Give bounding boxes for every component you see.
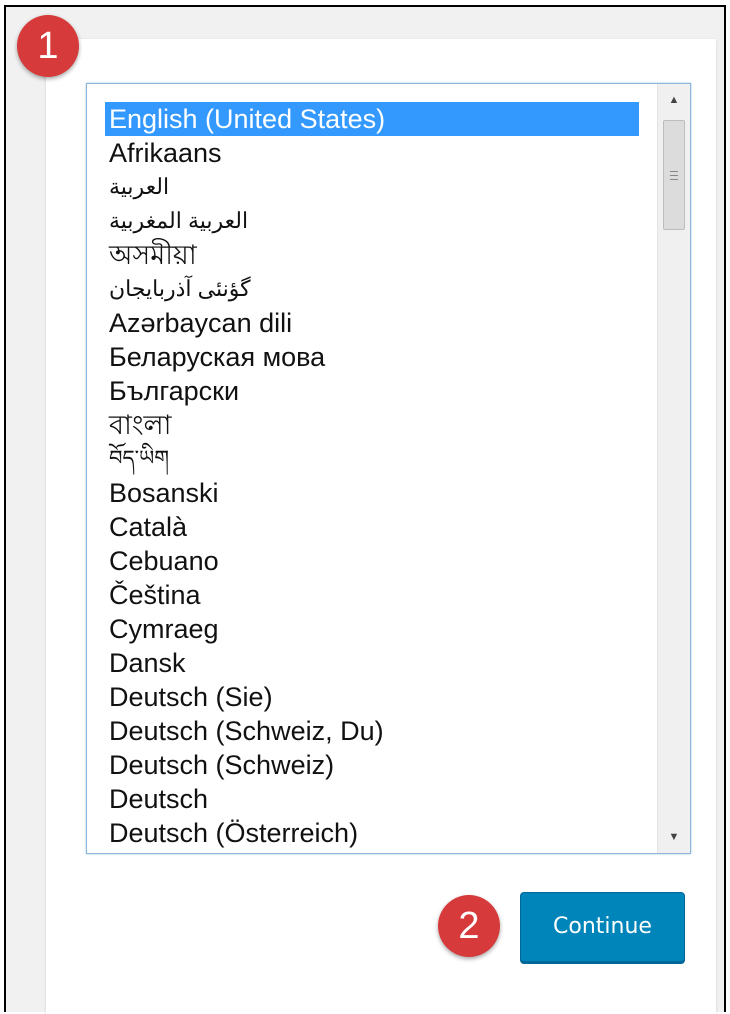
language-option[interactable]: Azərbaycan dili	[105, 306, 639, 340]
language-option[interactable]: Deutsch	[105, 782, 639, 816]
language-option[interactable]: বাংলা	[105, 408, 639, 442]
language-option[interactable]: Afrikaans	[105, 136, 639, 170]
language-option[interactable]: Cymraeg	[105, 612, 639, 646]
language-option[interactable]: অসমীয়া	[105, 238, 639, 272]
language-option-selected[interactable]: English (United States)	[105, 102, 639, 136]
scroll-down-arrow-icon[interactable]: ▼	[658, 825, 690, 849]
language-option[interactable]: Deutsch (Schweiz, Du)	[105, 714, 639, 748]
language-option[interactable]: བོད་ཡིག	[105, 442, 639, 476]
scrollbar-thumb[interactable]	[663, 120, 685, 230]
language-option[interactable]: Dansk	[105, 646, 639, 680]
language-option[interactable]: العربية المغربية	[105, 204, 639, 238]
continue-button[interactable]: Continue	[520, 892, 685, 962]
language-option[interactable]: Deutsch (Österreich)	[105, 816, 639, 850]
grip-icon	[670, 171, 678, 180]
language-option[interactable]: Беларуская мова	[105, 340, 639, 374]
language-options: English (United States) Afrikaans العربي…	[105, 102, 639, 850]
language-option[interactable]: Български	[105, 374, 639, 408]
scroll-up-arrow-icon[interactable]: ▲	[658, 88, 690, 112]
language-option[interactable]: Bosanski	[105, 476, 639, 510]
scrollbar[interactable]: ▲ ▼	[657, 84, 690, 853]
language-option[interactable]: العربية	[105, 170, 639, 204]
language-option[interactable]: Deutsch (Sie)	[105, 680, 639, 714]
language-option[interactable]: گؤنئی آذربایجان	[105, 272, 639, 306]
step-2-badge: 2	[438, 895, 500, 957]
step-1-badge: 1	[17, 15, 79, 77]
language-option[interactable]: Català	[105, 510, 639, 544]
language-option[interactable]: Čeština	[105, 578, 639, 612]
language-option[interactable]: Deutsch (Schweiz)	[105, 748, 639, 782]
language-option[interactable]: Cebuano	[105, 544, 639, 578]
language-select[interactable]: English (United States) Afrikaans العربي…	[86, 83, 691, 854]
